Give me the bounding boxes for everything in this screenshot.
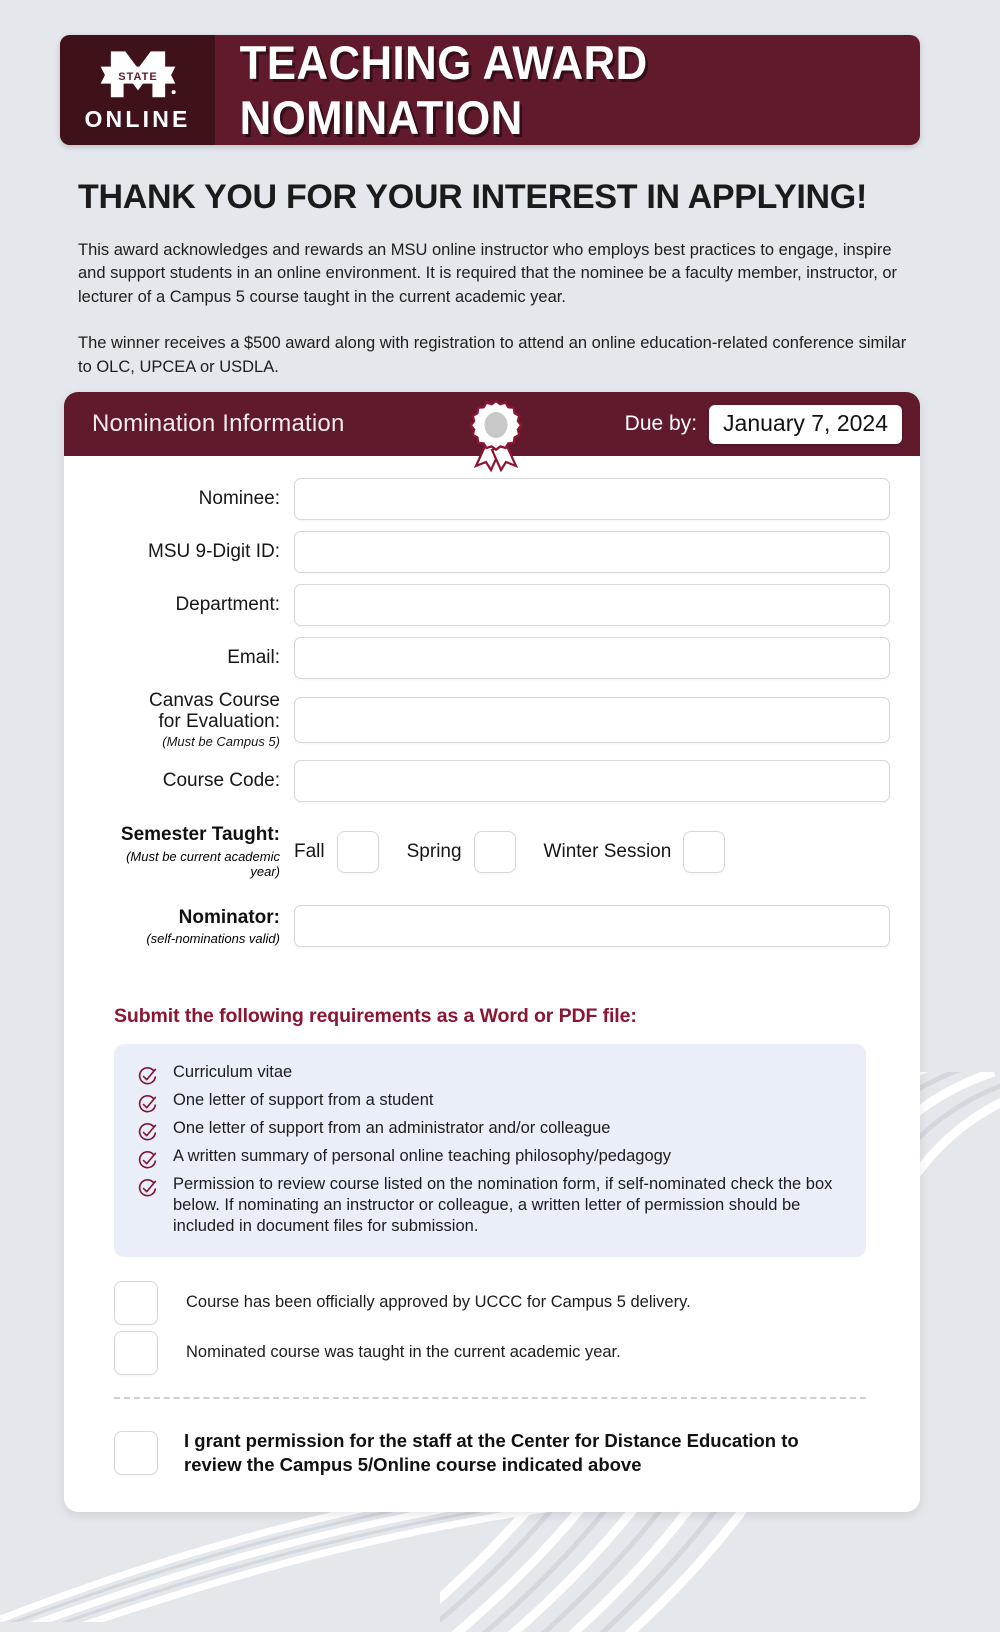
course-code-input[interactable] (294, 760, 890, 803)
semester-option-fall-label: Fall (294, 840, 325, 862)
course-code-label: Course Code: (162, 770, 280, 792)
page-banner: STATE ONLINE TEACHING AWARD NOMINATION (60, 35, 920, 145)
uccc-approval-checkbox[interactable] (114, 1280, 158, 1325)
requirement-item: One letter of support from a student (138, 1090, 842, 1114)
nomination-form-card: Nomination Information Due by: January 7… (64, 392, 920, 1512)
canvas-course-label-sub: (Must be Campus 5) (162, 733, 280, 749)
grant-permission-row: I grant permission for the staff at the … (114, 1429, 866, 1476)
attestations-group: Course has been officially approved by U… (114, 1280, 866, 1375)
uccc-approval-label: Course has been officially approved by U… (186, 1293, 691, 1312)
requirements-box: Curriculum vitae One letter of support f… (114, 1044, 866, 1257)
requirement-text: One letter of support from an administra… (173, 1119, 611, 1138)
semester-taught-label-sub: (Must be current academic year) (126, 849, 280, 880)
logo-wordmark: ONLINE (84, 105, 191, 132)
section-divider (114, 1396, 866, 1399)
intro-paragraph-2: The winner receives a $500 award along w… (78, 334, 907, 376)
canvas-course-label-line2: for Evaluation: (158, 711, 280, 733)
check-circle-icon (138, 1123, 157, 1141)
semester-spring-checkbox[interactable] (473, 830, 516, 873)
grant-permission-line1: I grant permission for the staff at the … (184, 1429, 799, 1451)
requirement-item: Curriculum vitae (138, 1062, 842, 1086)
grant-permission-checkbox[interactable] (114, 1430, 158, 1475)
intro-section: THANK YOU FOR YOUR INTEREST IN APPLYING!… (78, 178, 918, 379)
award-ribbon-icon (469, 399, 523, 473)
taught-current-year-checkbox[interactable] (114, 1330, 158, 1375)
requirement-text: A written summary of personal online tea… (173, 1147, 672, 1166)
field-row-department: Department: (94, 584, 890, 626)
msu-m-state-logo-icon: STATE (100, 50, 176, 97)
requirement-item: A written summary of personal online tea… (138, 1146, 842, 1170)
form-fields: Nominee: MSU 9-Digit ID: Department: Ema… (64, 456, 920, 948)
form-header: Nomination Information Due by: January 7… (64, 392, 920, 473)
check-circle-icon (138, 1095, 157, 1113)
department-label: Department: (175, 594, 280, 616)
nominee-input[interactable] (294, 478, 890, 520)
msu-id-label: MSU 9-Digit ID: (148, 541, 280, 563)
semester-winter-checkbox[interactable] (683, 830, 726, 873)
field-row-nominee: Nominee: (94, 478, 890, 520)
form-header-title: Nomination Information (92, 410, 345, 437)
grant-permission-line2: review the Campus 5/Online course indica… (184, 1453, 642, 1475)
field-row-email: Email: (94, 637, 890, 679)
field-row-course-code: Course Code: (94, 760, 890, 803)
email-input[interactable] (294, 637, 890, 679)
page-title: THANK YOU FOR YOUR INTEREST IN APPLYING! (78, 178, 867, 216)
intro-paragraph-1: This award acknowledges and rewards an M… (78, 241, 898, 306)
requirements-title: Submit the following requirements as a W… (114, 1005, 637, 1028)
attestation-row-taught-year: Nominated course was taught in the curre… (114, 1330, 866, 1375)
department-input[interactable] (294, 584, 890, 626)
msu-id-input[interactable] (294, 531, 890, 573)
taught-current-year-label: Nominated course was taught in the curre… (186, 1343, 621, 1362)
due-date-value: January 7, 2024 (709, 404, 902, 444)
email-label: Email: (227, 647, 280, 669)
canvas-course-label-line1: Canvas Course (149, 690, 280, 711)
field-row-nominator: Nominator: (self-nominations valid) (94, 905, 890, 948)
nominee-label: Nominee: (198, 488, 280, 510)
semester-option-spring-label: Spring (406, 840, 462, 862)
requirement-text: Permission to review course listed on th… (173, 1175, 833, 1235)
nominator-label-main: Nominator: (178, 906, 280, 928)
canvas-course-input[interactable] (294, 696, 890, 743)
semester-taught-label-main: Semester Taught: (120, 824, 280, 846)
due-by-label: Due by: (624, 412, 698, 435)
requirement-item: One letter of support from an administra… (138, 1118, 842, 1142)
nominator-label: Nominator: (self-nominations valid) (94, 907, 294, 946)
requirement-item: Permission to review course listed on th… (138, 1174, 842, 1237)
semester-taught-row: Semester Taught: (Must be current academ… (94, 824, 890, 879)
requirement-text: One letter of support from a student (173, 1091, 434, 1110)
svg-text:STATE: STATE (118, 70, 158, 82)
due-date-group: Due by: January 7, 2024 (624, 404, 902, 444)
semester-option-spring: Spring (406, 830, 516, 873)
requirement-text: Curriculum vitae (173, 1063, 293, 1082)
grant-permission-label: I grant permission for the staff at the … (184, 1429, 799, 1476)
attestation-row-uccc: Course has been officially approved by U… (114, 1280, 866, 1325)
check-circle-icon (138, 1067, 157, 1085)
banner-title: TEACHING AWARD NOMINATION (239, 36, 648, 144)
semester-option-fall: Fall (294, 830, 379, 873)
msu-online-logo: STATE ONLINE (60, 35, 215, 145)
semester-option-winter: Winter Session (543, 830, 726, 873)
field-row-canvas-course: Canvas Course for Evaluation: (Must be C… (94, 690, 890, 749)
nominator-label-sub: (self-nominations valid) (146, 930, 280, 946)
nominator-input[interactable] (294, 905, 890, 948)
semester-fall-checkbox[interactable] (336, 830, 379, 873)
canvas-course-label: Canvas Course for Evaluation: (Must be C… (94, 690, 294, 749)
check-circle-icon (138, 1151, 157, 1169)
check-circle-icon (138, 1179, 157, 1197)
semester-taught-label: Semester Taught: (Must be current academ… (94, 824, 294, 879)
field-row-msu-id: MSU 9-Digit ID: (94, 531, 890, 573)
semester-option-winter-label: Winter Session (543, 840, 672, 862)
